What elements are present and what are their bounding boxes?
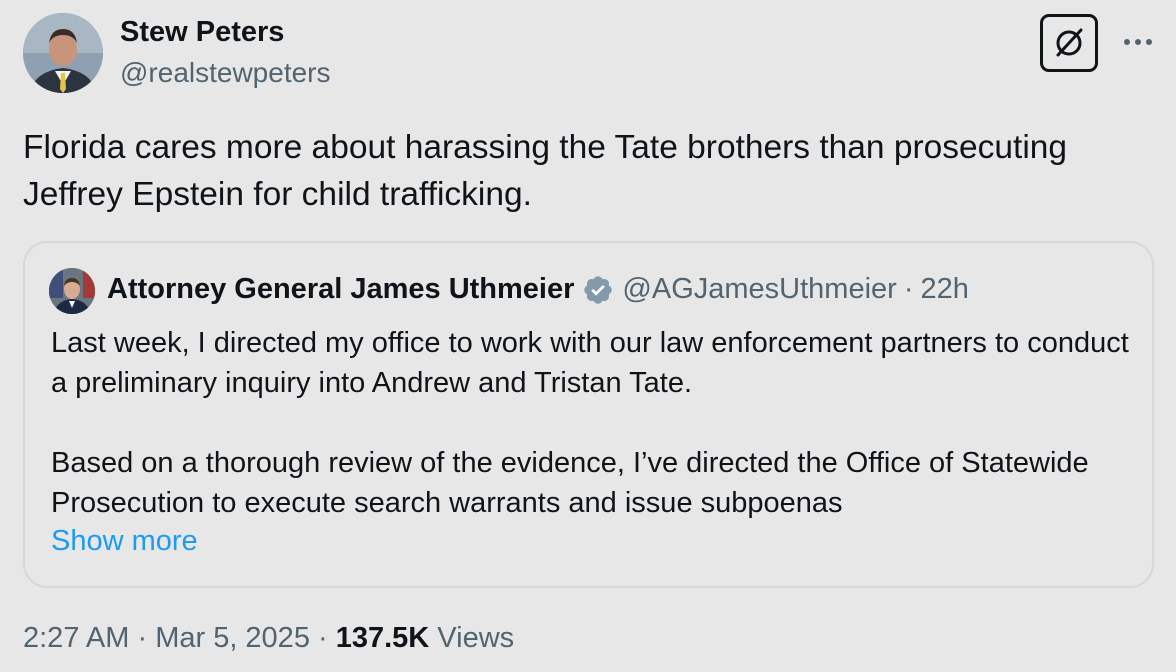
more-icon bbox=[1124, 39, 1152, 45]
author-name[interactable]: Stew Peters bbox=[120, 16, 284, 49]
author-avatar[interactable] bbox=[23, 13, 103, 93]
header-separator: · bbox=[903, 273, 914, 305]
quoted-author-name[interactable]: Attorney General James Uthmeier bbox=[107, 273, 574, 306]
views-label[interactable]: Views bbox=[429, 622, 514, 654]
grok-icon bbox=[1056, 28, 1083, 57]
verified-badge-icon bbox=[584, 275, 613, 304]
quoted-paragraph-2: Based on a thorough review of the eviden… bbox=[51, 447, 1089, 519]
quoted-tweet-card[interactable]: Attorney General James Uthmeier @AGJames… bbox=[23, 241, 1154, 588]
tweet-time[interactable]: 2:27 AM bbox=[23, 622, 129, 654]
quoted-paragraph-1: Last week, I directed my office to work … bbox=[51, 327, 1129, 399]
meta-separator: · bbox=[309, 622, 336, 654]
tweet-date[interactable]: Mar 5, 2025 bbox=[155, 622, 310, 654]
show-more-link[interactable]: Show more bbox=[51, 525, 198, 558]
quoted-author-handle[interactable]: @AGJamesUthmeier bbox=[622, 273, 896, 306]
grok-button[interactable] bbox=[1040, 14, 1098, 72]
tweet-text: Florida cares more about harassing the T… bbox=[23, 129, 1068, 213]
quoted-tweet-time[interactable]: 22h bbox=[920, 273, 968, 306]
author-handle[interactable]: @realstewpeters bbox=[120, 57, 331, 89]
quoted-tweet-header: Attorney General James Uthmeier @AGJames… bbox=[107, 273, 969, 306]
views-count[interactable]: 137.5K bbox=[336, 622, 430, 654]
meta-separator: · bbox=[129, 622, 156, 654]
tweet-meta: 2:27 AM · Mar 5, 2025 · 137.5K Views bbox=[23, 622, 514, 655]
quoted-tweet-text: Last week, I directed my office to work … bbox=[51, 323, 1131, 523]
quoted-author-avatar[interactable] bbox=[49, 268, 95, 314]
more-button[interactable] bbox=[1118, 22, 1158, 62]
